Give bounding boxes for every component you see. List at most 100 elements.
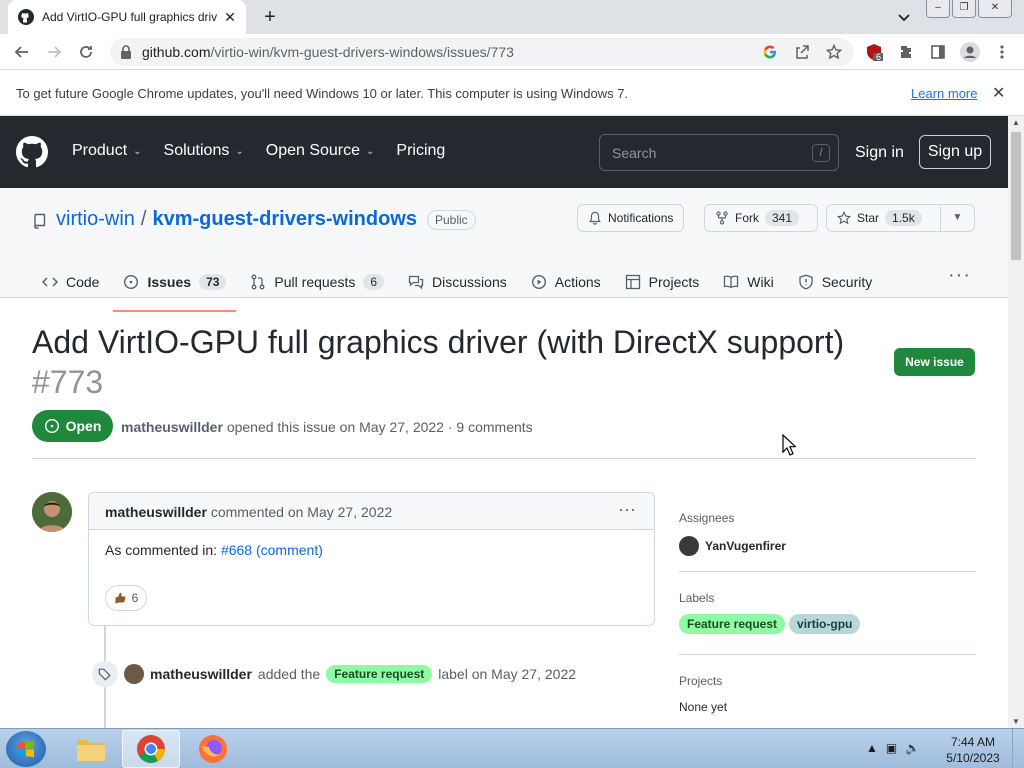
comment-header: matheuswillder commented on May 27, 2022… [89,493,654,530]
star-dropdown-chevron-icon[interactable]: ▼ [940,204,975,232]
show-desktop-button[interactable] [1012,729,1024,768]
taskbar-firefox[interactable] [184,730,242,768]
system-tray: ▲ ▣ 🔈 [866,741,920,755]
bookmark-star-icon[interactable] [826,44,842,60]
book-icon [724,275,739,289]
issue-opened-icon [44,418,59,434]
avatar[interactable] [124,664,144,684]
extensions-puzzle-icon[interactable] [896,42,916,62]
repo-owner-link[interactable]: virtio-win [56,208,135,231]
network-icon[interactable]: ▣ [886,741,897,755]
star-button[interactable]: Star 1.5k [826,204,941,232]
scroll-down-icon[interactable]: ▼ [1012,717,1020,726]
tab-actions-label: Actions [554,274,601,290]
scrollbar-thumb[interactable] [1011,132,1021,260]
tab-security[interactable]: Security [788,266,883,298]
tab-discussions[interactable]: Discussions [398,266,517,298]
google-g-icon[interactable] [762,44,778,60]
notifications-button[interactable]: Notifications [577,204,685,232]
taskbar-chrome[interactable] [122,730,180,768]
label-virtio-gpu[interactable]: virtio-gpu [789,614,861,634]
chevron-down-icon: ⌄ [366,145,375,157]
nav-pricing-label: Pricing [396,142,446,159]
sign-in-link[interactable]: Sign in [855,144,904,162]
reaction-count: 6 [131,591,139,605]
volume-icon[interactable]: 🔈 [905,741,920,755]
comment-reference-link[interactable]: #668 (comment) [221,542,323,558]
clock-date: 5/10/2023 [946,751,1000,765]
new-tab-button[interactable]: + [258,5,282,29]
event-author-link[interactable]: matheuswillder [150,666,252,682]
tab-wiki[interactable]: Wiki [713,266,783,298]
taskbar-explorer[interactable] [62,730,120,768]
scroll-up-icon[interactable]: ▲ [1012,118,1020,127]
github-logo-icon[interactable] [16,136,48,168]
avatar[interactable] [32,492,72,532]
extension-shield-icon[interactable]: 6 [864,42,884,62]
taskbar-clock[interactable]: 7:44 AM 5/10/2023 [940,734,1006,766]
comment-menu-icon[interactable]: ··· [618,499,636,520]
reload-icon[interactable] [76,42,96,62]
nav-pricing[interactable]: Pricing [396,142,445,160]
thumbs-up-icon [115,592,126,604]
tab-projects[interactable]: Projects [615,266,710,298]
tab-pull-requests[interactable]: Pull requests 6 [240,266,394,298]
comment-author-link[interactable]: matheuswillder [105,504,207,520]
start-button[interactable] [6,731,46,767]
extension-badge: 6 [876,52,882,62]
chevron-down-icon: ⌄ [235,145,244,157]
issue-opened-icon [124,274,139,290]
infobar-close-icon[interactable]: ✕ [992,83,1005,103]
new-issue-button[interactable]: New issue [894,348,975,376]
tab-discussions-label: Discussions [432,274,507,290]
close-window-button[interactable]: ✕ [978,0,1012,18]
issue-author-link[interactable]: matheuswillder [121,419,223,435]
more-tabs-icon[interactable]: ··· [948,264,971,287]
label-feature-request[interactable]: Feature request [679,614,786,634]
restore-button[interactable]: ❐ [952,0,976,18]
github-search-input[interactable]: Search / [599,134,839,171]
table-icon [625,274,640,290]
browser-tab[interactable]: Add VirtIO-GPU full graphics driv ✕ [8,0,246,34]
nav-product[interactable]: Product ⌄ [72,142,142,160]
tray-expand-icon[interactable]: ▲ [866,741,878,755]
page-scrollbar[interactable]: ▲ ▼ [1008,116,1024,728]
back-arrow-icon[interactable] [12,42,32,62]
forward-arrow-icon[interactable] [44,42,64,62]
assignee-item[interactable]: YanVugenfirer [679,536,786,556]
fork-button[interactable]: Fork 341 [704,204,818,232]
github-main-nav: Product ⌄ Solutions ⌄ Open Source ⌄ Pricing [72,142,445,160]
comment-action-text: commented on May 27, 2022 [210,504,393,520]
bell-icon [589,211,601,225]
share-icon[interactable] [794,44,810,60]
tab-search-chevron-icon[interactable] [896,9,912,25]
fork-count: 341 [765,210,800,226]
thumbs-up-reaction[interactable]: 6 [105,585,147,611]
minimize-button[interactable]: – [926,0,950,18]
side-panel-icon[interactable] [928,42,948,62]
projects-heading: Projects [679,674,723,688]
tab-wiki-label: Wiki [747,274,774,290]
lock-icon[interactable] [120,45,132,59]
learn-more-link[interactable]: Learn more [911,86,977,101]
notifications-label: Notifications [608,211,674,225]
event-label-badge[interactable]: Feature request [326,665,433,683]
nav-solutions[interactable]: Solutions ⌄ [164,142,244,160]
tab-code[interactable]: Code [32,266,109,298]
labels-heading: Labels [679,591,715,605]
event-pre-text: added the [257,666,321,682]
address-bar[interactable]: github.com/virtio-win/kvm-guest-drivers-… [110,38,854,66]
tab-issues[interactable]: Issues 73 [113,266,237,312]
tab-actions[interactable]: Actions [521,266,611,298]
url-host: github.com [142,44,211,60]
repo-header: virtio-win / kvm-guest-drivers-windows P… [0,188,1008,312]
tab-close-icon[interactable]: ✕ [222,9,238,25]
nav-open-source[interactable]: Open Source ⌄ [266,142,375,160]
repo-name-link[interactable]: kvm-guest-drivers-windows [152,208,417,231]
labels-list: Feature request virtio-gpu [679,614,861,634]
discussions-icon [408,275,424,290]
profile-avatar-icon[interactable] [960,42,980,62]
sign-up-button[interactable]: Sign up [919,135,991,169]
issue-meta: matheuswillder opened this issue on May … [121,419,533,435]
chrome-menu-icon[interactable] [992,42,1012,62]
